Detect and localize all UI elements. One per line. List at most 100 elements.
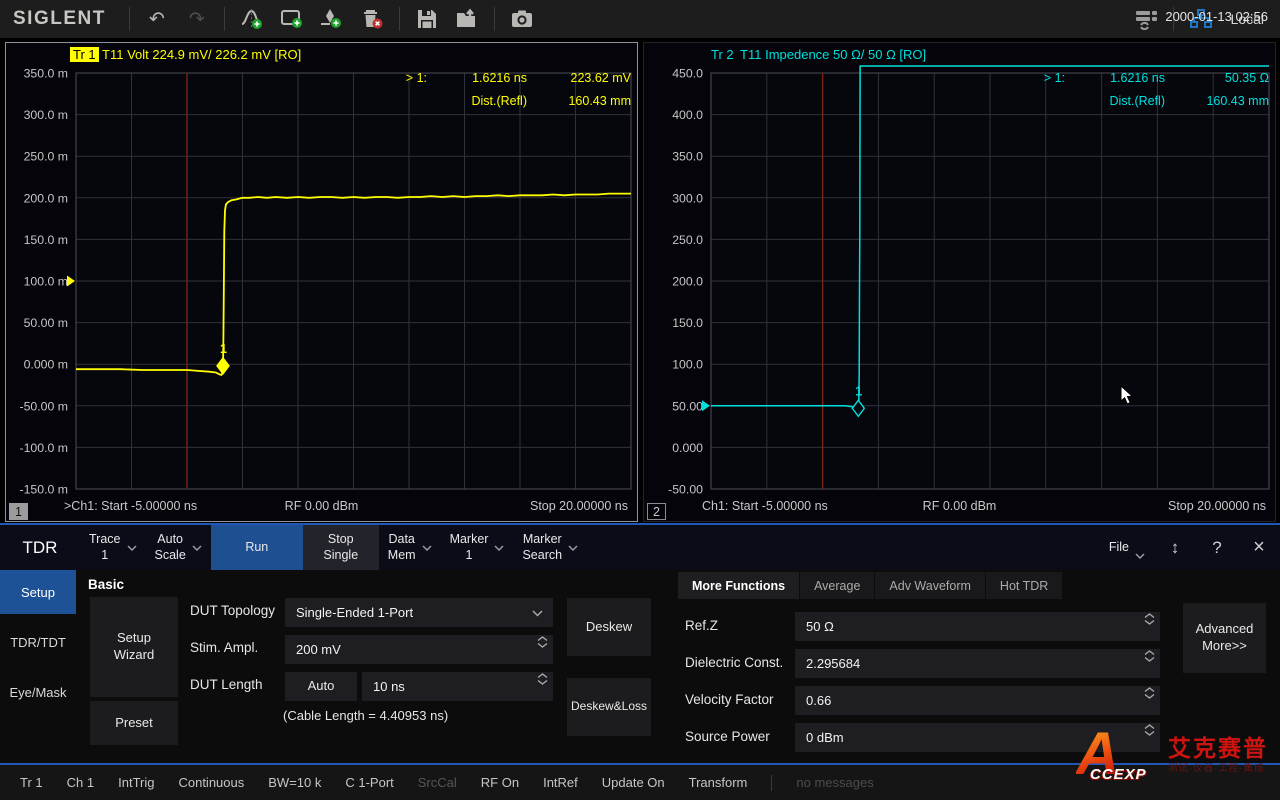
resize-panel-icon[interactable]: ↕	[1154, 525, 1196, 570]
siglent-logo: SIGLENT	[13, 8, 106, 30]
svg-text:150.0: 150.0	[672, 316, 703, 330]
status-bw-10-k[interactable]: BW=10 k	[268, 775, 321, 790]
top-toolbar: SIGLENT ↶ ↷	[0, 0, 1280, 38]
redo-icon[interactable]: ↷	[177, 3, 217, 35]
deskew-loss-button[interactable]: Deskew&Loss	[567, 678, 651, 736]
trace1-badge[interactable]: Tr 1	[70, 47, 99, 62]
status-rf-on[interactable]: RF On	[481, 775, 519, 790]
trace-window-2[interactable]: 450.0400.0350.0300.0250.0200.0150.0100.0…	[643, 42, 1276, 522]
dut-length-input[interactable]: 10 ns	[362, 672, 553, 701]
mouse-cursor	[1120, 386, 1138, 411]
help-icon[interactable]: ?	[1196, 525, 1238, 570]
stim-ampl-input[interactable]: 200 mV	[285, 635, 553, 664]
window2-number-badge[interactable]: 2	[647, 503, 666, 520]
tdr-volt-chart: 350.0 m300.0 m250.0 m200.0 m150.0 m100.0…	[6, 43, 637, 521]
tab-more-functions[interactable]: More Functions	[678, 572, 800, 599]
svg-text:-100.0 m: -100.0 m	[19, 441, 68, 455]
svg-text:1: 1	[220, 342, 227, 356]
svg-text:0.000: 0.000	[672, 441, 703, 455]
spinner-arrows[interactable]	[1144, 724, 1155, 736]
field-input-ref-z[interactable]: 50 Ω	[795, 612, 1160, 641]
tab-adv-waveform[interactable]: Adv Waveform	[875, 572, 986, 599]
menu-item-run[interactable]: Run	[211, 525, 303, 570]
field-input-velocity-factor[interactable]: 0.66	[795, 686, 1160, 715]
svg-text:250.0: 250.0	[672, 233, 703, 247]
menu-item-auto-scale[interactable]: Auto Scale	[146, 525, 211, 570]
file-menu[interactable]: File	[1100, 525, 1154, 570]
save-icon[interactable]	[407, 3, 447, 35]
spinner-arrows[interactable]	[1144, 613, 1155, 625]
sidebar-tab-setup[interactable]: Setup	[0, 570, 76, 614]
open-icon[interactable]	[447, 3, 487, 35]
more-functions-tabs: More FunctionsAverageAdv WaveformHot TDR	[678, 572, 1063, 599]
status-intref[interactable]: IntRef	[543, 775, 578, 790]
svg-text:200.0: 200.0	[672, 275, 703, 289]
marker-readout-dist-value: 160.43 mm	[1165, 90, 1269, 113]
undo-icon[interactable]: ↶	[137, 3, 177, 35]
chevron-down-icon	[192, 540, 202, 556]
toolbar-divider	[399, 7, 400, 31]
svg-text:0.000 m: 0.000 m	[24, 358, 68, 372]
spinner-arrows[interactable]	[537, 636, 548, 648]
delete-icon[interactable]	[352, 3, 392, 35]
tab-hot-tdr[interactable]: Hot TDR	[986, 572, 1063, 599]
dut-length-auto-button[interactable]: Auto	[285, 672, 357, 701]
stop-time-label: Stop 20.00000 ns	[1168, 499, 1266, 513]
system-settings-icon[interactable]	[1126, 3, 1166, 35]
marker-readout-value: 50.35 Ω	[1165, 67, 1269, 90]
window1-number-badge[interactable]: 1	[9, 503, 28, 520]
menu-items: Trace 1Auto ScaleRunStop SingleData MemM…	[80, 525, 587, 570]
spinner-arrows[interactable]	[1144, 650, 1155, 662]
status-continuous[interactable]: Continuous	[178, 775, 244, 790]
add-window-icon[interactable]	[272, 3, 312, 35]
menu-item-stop-single[interactable]: Stop Single	[303, 525, 379, 570]
deskew-button[interactable]: Deskew	[567, 598, 651, 656]
add-marker-icon[interactable]	[312, 3, 352, 35]
status-tr-1[interactable]: Tr 1	[20, 775, 43, 790]
trace-window-1[interactable]: 350.0 m300.0 m250.0 m200.0 m150.0 m100.0…	[5, 42, 638, 522]
status-bar: Tr 1 Ch 1 IntTrig Continuous BW=10 k C 1-Port…	[0, 765, 1280, 800]
status-ch-1[interactable]: Ch 1	[67, 775, 94, 790]
status-inttrig[interactable]: IntTrig	[118, 775, 154, 790]
trace2-title: T11 Impedence 50 Ω/ 50 Ω [RO]	[740, 47, 926, 62]
screenshot-icon[interactable]	[502, 3, 542, 35]
dut-topology-select[interactable]: Single-Ended 1-Port	[285, 598, 553, 627]
trace2-header: Tr 2 T11 Impedence 50 Ω/ 50 Ω [RO]	[708, 47, 926, 62]
status-update-on[interactable]: Update On	[602, 775, 665, 790]
sna-tdr-app: SIGLENT ↶ ↷	[0, 0, 1280, 800]
advanced-more-button[interactable]: Advanced More>>	[1183, 603, 1266, 673]
trace2-badge[interactable]: Tr 2	[708, 47, 737, 62]
svg-text:200.0 m: 200.0 m	[24, 191, 68, 205]
status-message: no messages	[796, 775, 873, 790]
sidebar-tab-tdr-tdt[interactable]: TDR/TDT	[0, 620, 76, 664]
channel-start-label: >Ch1: Start -5.00000 ns	[64, 499, 197, 513]
menu-item-marker-1[interactable]: Marker 1	[441, 525, 514, 570]
svg-text:100.0 m: 100.0 m	[24, 275, 68, 289]
marker-readout-prefix: > 1:	[361, 67, 427, 90]
sidebar-tab-eye-mask[interactable]: Eye/Mask	[0, 670, 76, 714]
setup-wizard-button[interactable]: Setup Wizard	[90, 597, 178, 697]
add-trace-icon[interactable]	[232, 3, 272, 35]
marker-readout-dist-label: Dist.(Refl)	[1065, 90, 1165, 113]
status-c-1-port[interactable]: C 1-Port	[345, 775, 393, 790]
field-input-source-power[interactable]: 0 dBm	[795, 723, 1160, 752]
menu-right-group: File ↕ ? ×	[1100, 525, 1280, 570]
svg-text:50.00: 50.00	[672, 399, 703, 413]
status-transform[interactable]: Transform	[689, 775, 748, 790]
menu-item-data-mem[interactable]: Data Mem	[379, 525, 441, 570]
close-icon[interactable]: ×	[1238, 525, 1280, 570]
app-title: TDR	[0, 525, 80, 570]
spinner-arrows[interactable]	[1144, 687, 1155, 699]
marker-readout-time: 1.6216 ns	[427, 67, 527, 90]
marker-readout-dist-label: Dist.(Refl)	[427, 90, 527, 113]
field-input-dielectric-const-[interactable]: 2.295684	[795, 649, 1160, 678]
spinner-arrows[interactable]	[537, 673, 548, 685]
tab-average[interactable]: Average	[800, 572, 875, 599]
svg-text:150.0 m: 150.0 m	[24, 233, 68, 247]
toolbar-divider	[494, 7, 495, 31]
preset-button[interactable]: Preset	[90, 701, 178, 745]
window1-footer: >Ch1: Start -5.00000 ns RF 0.00 dBm Stop…	[6, 499, 637, 519]
status-srccal[interactable]: SrcCal	[418, 775, 457, 790]
menu-item-trace-1[interactable]: Trace 1	[80, 525, 146, 570]
menu-item-marker-search[interactable]: Marker Search	[513, 525, 587, 570]
